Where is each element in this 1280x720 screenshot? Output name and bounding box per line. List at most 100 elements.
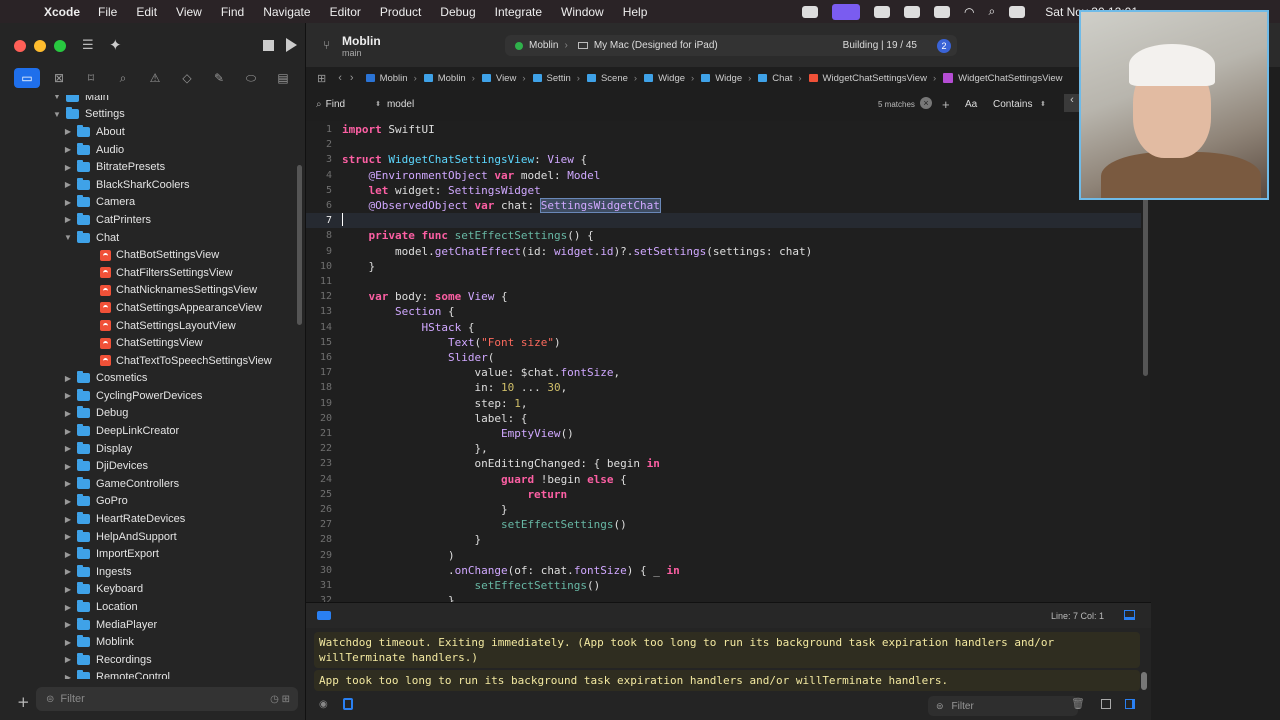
chevron-right-icon[interactable]: ▶ [63, 198, 73, 207]
recent-files-icon[interactable]: ◷ ⊞ [270, 694, 290, 705]
menu-file[interactable]: File [98, 5, 117, 19]
add-file-icon[interactable]: + [17, 693, 30, 711]
activity-view[interactable]: Moblin › My Mac (Designed for iPad) Buil… [505, 35, 957, 56]
font-icon[interactable] [904, 5, 921, 18]
chevron-right-icon[interactable]: ▶ [63, 163, 73, 172]
play-icon[interactable] [874, 5, 891, 18]
code-line[interactable]: 7 [306, 212, 1141, 229]
build-badge[interactable]: 2 [937, 38, 951, 53]
status-icon-1[interactable] [802, 5, 819, 18]
eye-icon[interactable]: ◉ [319, 699, 328, 710]
folder-icon[interactable]: ▭ [14, 68, 40, 88]
chevron-down-icon[interactable]: ▼ [52, 95, 62, 101]
folder-item[interactable]: ▶ Cosmetics [0, 370, 296, 388]
back-icon[interactable]: ‹ [338, 72, 342, 84]
zoom-window-button[interactable] [54, 40, 66, 52]
chevron-right-icon[interactable]: ▶ [63, 374, 73, 383]
run-button[interactable] [286, 38, 297, 52]
chevron-right-icon[interactable]: ▶ [63, 444, 73, 453]
chevron-right-icon[interactable]: ▶ [63, 550, 73, 559]
chevron-right-icon[interactable]: ▶ [63, 127, 73, 136]
file-item[interactable]: ChatTextToSpeechSettingsView [0, 352, 296, 370]
chevron-right-icon[interactable]: ▶ [63, 479, 73, 488]
chevron-right-icon[interactable]: ▶ [63, 567, 73, 576]
bookmark-icon[interactable]: ⌑ [78, 68, 104, 88]
chevron-right-icon[interactable]: ▶ [63, 462, 73, 471]
scheme-name[interactable]: Moblin [529, 40, 558, 51]
breadcrumb-item[interactable]: Chat › [758, 73, 804, 84]
chevron-right-icon[interactable]: ▶ [63, 638, 73, 647]
menu-edit[interactable]: Edit [136, 5, 157, 19]
folder-item[interactable]: ▶ MediaPlayer [0, 616, 296, 634]
code-line[interactable]: 15 Text("Font size") [306, 335, 1141, 350]
match-case-button[interactable]: Aa [965, 99, 977, 110]
chevron-right-icon[interactable]: ▶ [63, 215, 73, 224]
folder-item[interactable]: ▶ Recordings [0, 651, 296, 669]
code-line[interactable]: 13 Section { [306, 304, 1141, 319]
file-item[interactable]: ChatBotSettingsView [0, 246, 296, 264]
folder-item[interactable]: ▼ Settings [0, 106, 296, 124]
chevron-right-icon[interactable]: ▶ [63, 620, 73, 629]
search-icon[interactable]: ⌕ [989, 4, 996, 19]
menu-product[interactable]: Product [380, 5, 421, 19]
menu-find[interactable]: Find [221, 5, 244, 19]
panel-toggle-icon[interactable] [1124, 610, 1135, 620]
code-line[interactable]: 16 Slider( [306, 350, 1141, 365]
close-window-button[interactable] [14, 40, 26, 52]
hide-debug-area-icon[interactable] [317, 611, 331, 620]
folder-item[interactable]: ▶ GameControllers [0, 475, 296, 493]
console-scrollbar[interactable] [1141, 672, 1147, 690]
chevron-right-icon[interactable]: ▶ [63, 515, 73, 524]
folder-item[interactable]: ▶ Camera [0, 194, 296, 212]
chevron-down-icon[interactable]: ▼ [52, 110, 62, 119]
find-query-input[interactable]: model [387, 99, 414, 110]
code-line[interactable]: 2 [306, 137, 1141, 152]
chevron-right-icon[interactable]: ▶ [63, 427, 73, 436]
breadcrumb-item[interactable]: Moblin › [365, 73, 420, 84]
menu-view[interactable]: View [176, 5, 202, 19]
chevron-right-icon[interactable]: ▶ [63, 532, 73, 541]
branch-name[interactable]: main [342, 48, 362, 58]
folder-item[interactable]: ▶ Audio [0, 141, 296, 159]
code-line[interactable]: 21 EmptyView() [306, 426, 1141, 441]
report-icon[interactable]: ▤ [270, 68, 296, 88]
code-line[interactable]: 14 HStack { [306, 320, 1141, 335]
split-left-icon[interactable] [1101, 699, 1111, 709]
chevron-right-icon[interactable]: ▶ [63, 603, 73, 612]
breadcrumb-item[interactable]: Moblin › [423, 73, 478, 84]
file-item[interactable]: ChatSettingsView [0, 334, 296, 352]
folder-item[interactable]: ▶ DeepLinkCreator [0, 422, 296, 440]
grid-icon[interactable]: ⊞ [317, 72, 326, 85]
chevron-right-icon[interactable]: ▶ [63, 673, 73, 679]
code-line[interactable]: 5 let widget: SettingsWidget [306, 183, 1141, 198]
source-editor[interactable]: 1 import SwiftUI 2 3 struct WidgetChatSettin… [306, 121, 1141, 602]
code-line[interactable]: 31 setEffectSettings() [306, 578, 1141, 593]
folder-item[interactable]: ▶ CatPrinters [0, 211, 296, 229]
file-item[interactable]: ChatNicknamesSettingsView [0, 282, 296, 300]
minimize-window-button[interactable] [34, 40, 46, 52]
breadcrumb-item[interactable]: Scene › [586, 73, 640, 84]
code-line[interactable]: 32 } [306, 593, 1141, 602]
menu-window[interactable]: Window [561, 5, 604, 19]
chevron-right-icon[interactable]: ▶ [63, 585, 73, 594]
breakpoint-icon[interactable]: ⬭ [238, 68, 264, 88]
variables-icon[interactable] [343, 698, 353, 710]
chevron-right-icon[interactable]: ▶ [63, 180, 73, 189]
code-line[interactable]: 18 in: 10 ... 30, [306, 380, 1141, 395]
find-navigator-icon[interactable]: ⌕ [110, 68, 136, 88]
code-line[interactable]: 17 value: $chat.fontSize, [306, 365, 1141, 380]
chevron-down-icon[interactable]: ▼ [63, 233, 73, 242]
console-filter-field[interactable]: ⊜ Filter [928, 696, 1078, 716]
add-icon[interactable]: + [942, 97, 950, 112]
folder-item[interactable]: ▶ Location [0, 598, 296, 616]
folder-item[interactable]: ▶ Moblink [0, 633, 296, 651]
code-line[interactable]: 11 [306, 274, 1141, 289]
code-line[interactable]: 25 return [306, 487, 1141, 502]
folder-item[interactable]: ▶ CyclingPowerDevices [0, 387, 296, 405]
console[interactable]: Watchdog timeout. Exiting immediately. (… [306, 628, 1151, 692]
code-line[interactable]: 6 @ObservedObject var chat: SettingsWidg… [306, 198, 1141, 214]
menu-debug[interactable]: Debug [440, 5, 475, 19]
code-line[interactable]: 12 var body: some View { [306, 289, 1141, 304]
code-line[interactable]: 30 .onChange(of: chat.fontSize) { _ in [306, 563, 1141, 578]
code-line[interactable]: 8 private func setEffectSettings() { [306, 228, 1141, 243]
